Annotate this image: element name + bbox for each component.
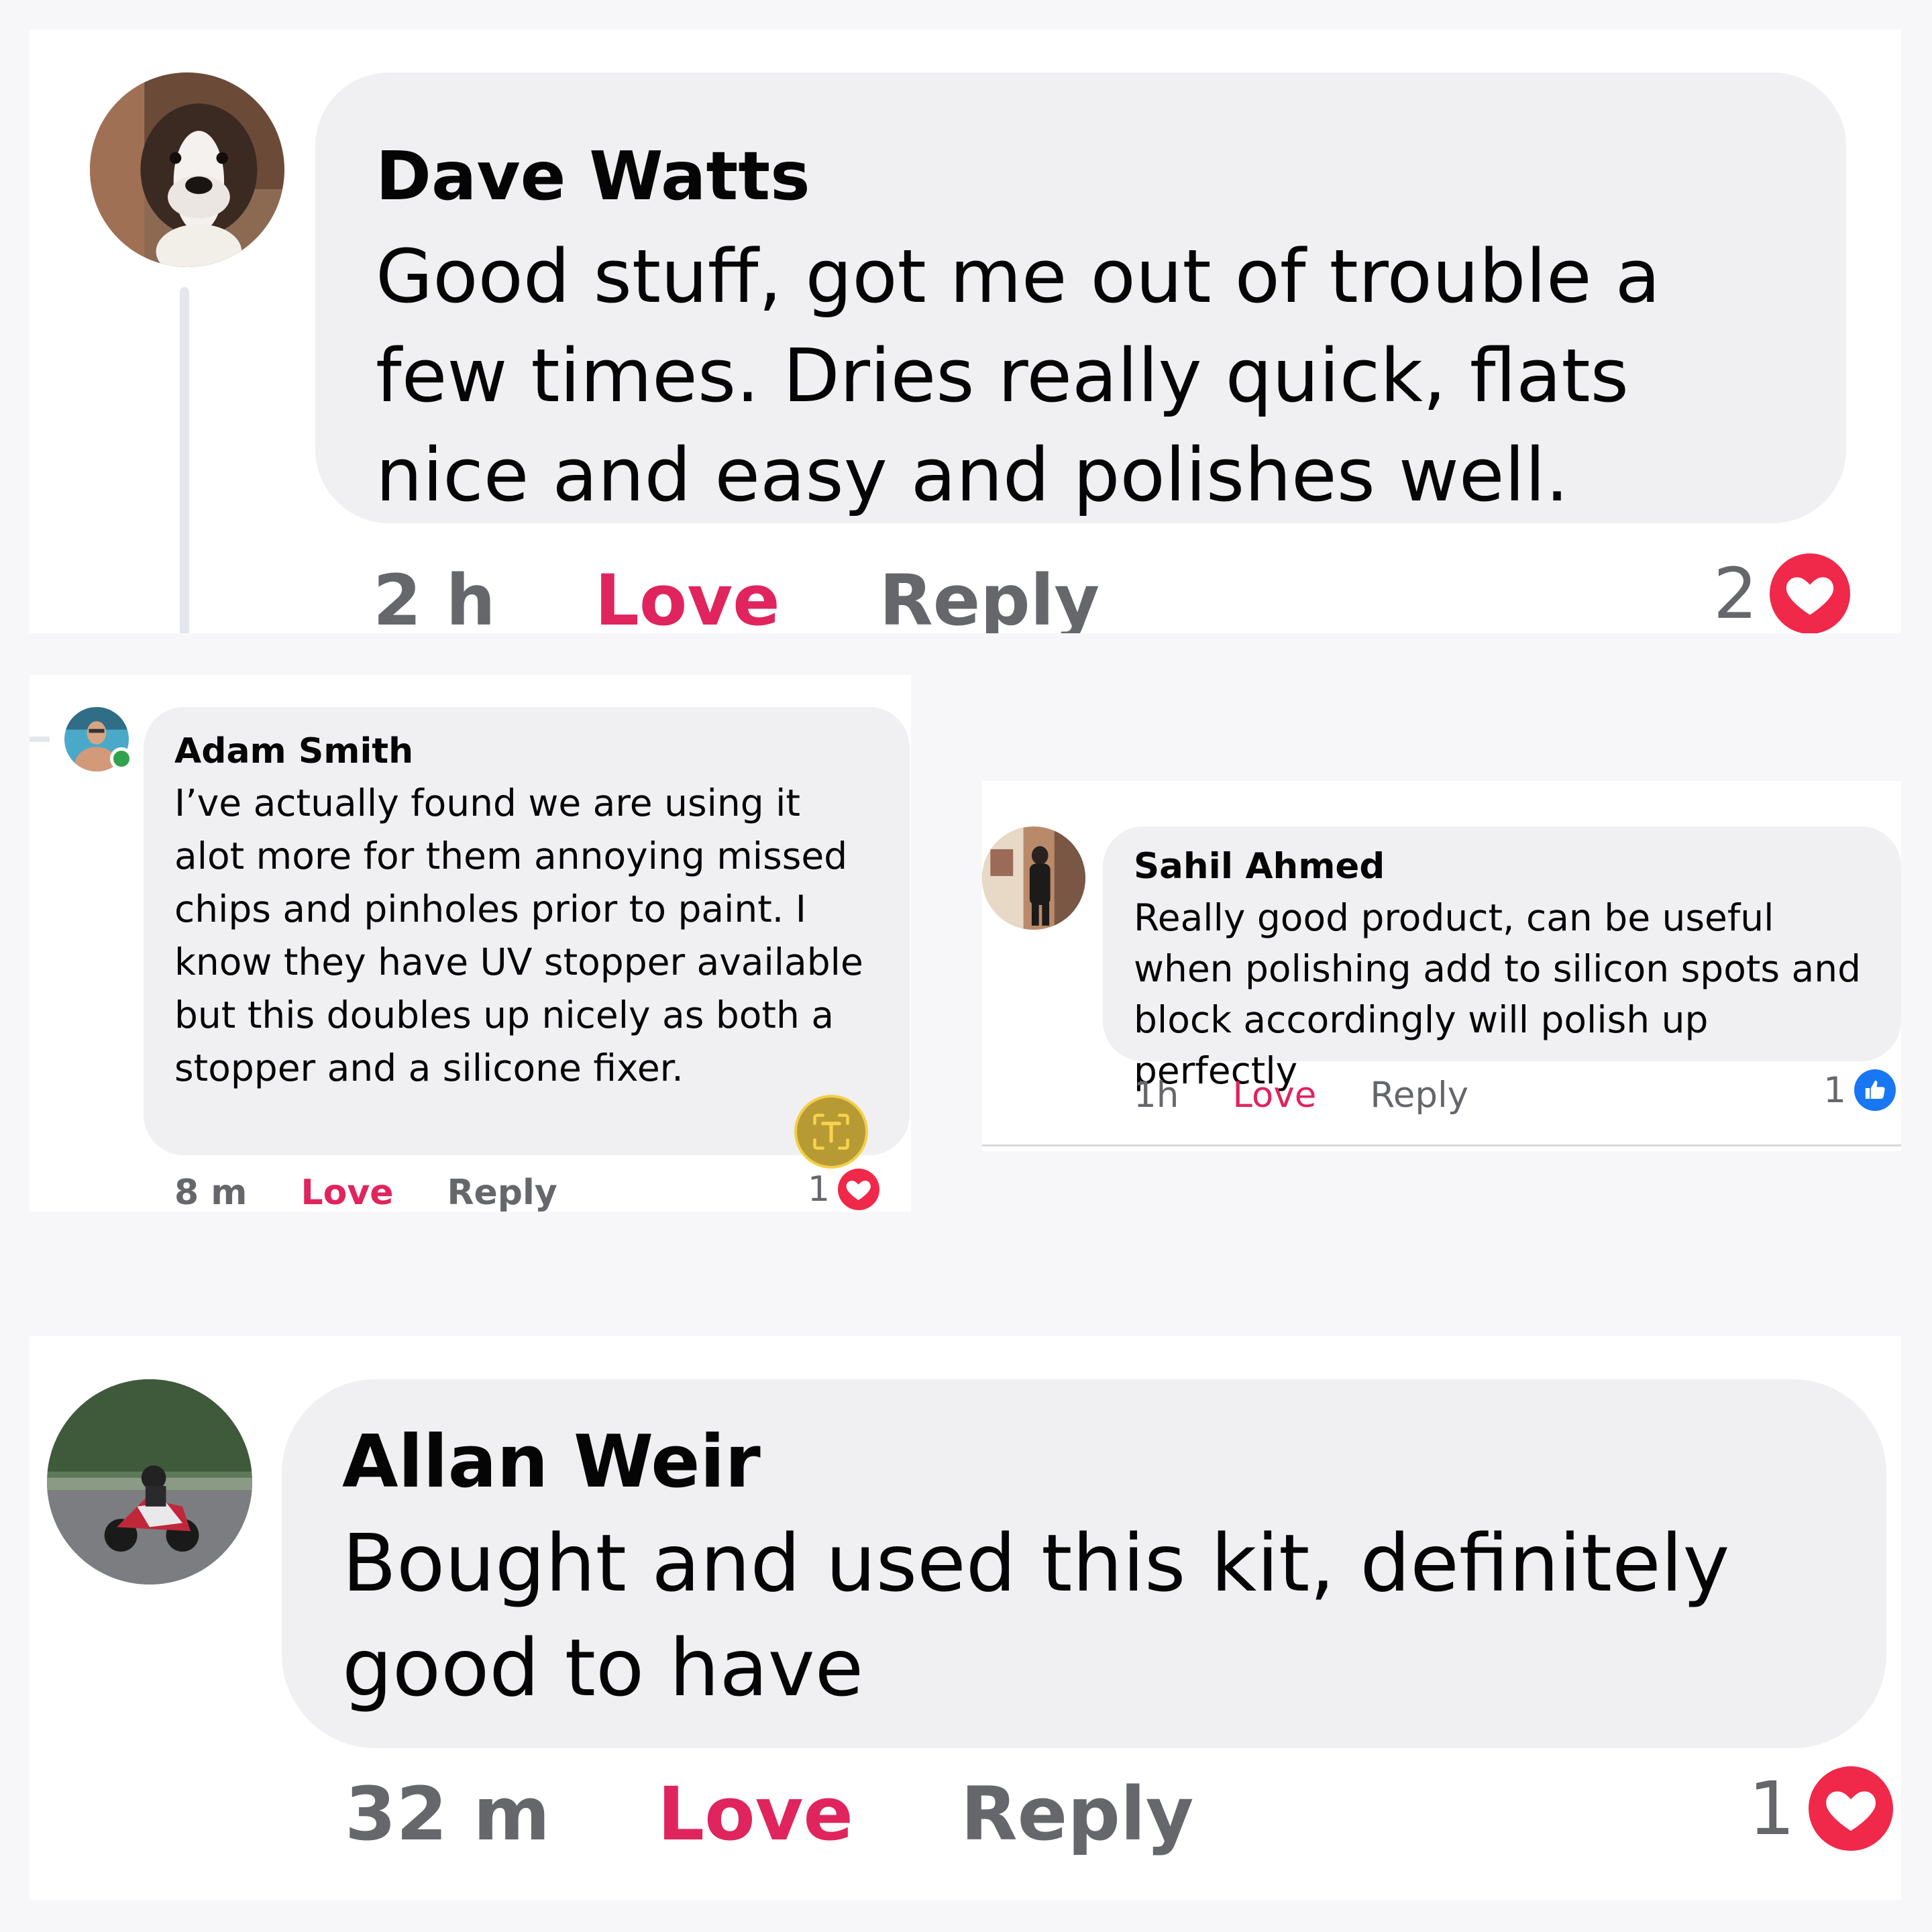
avatar-dave-watts[interactable] — [90, 72, 284, 267]
comment-bubble: Dave Watts Good stuff, got me out of tro… — [315, 72, 1846, 523]
heart-icon — [838, 1169, 880, 1210]
comment-actions: 8 m Love Reply — [174, 1173, 557, 1212]
comment-allan-weir: Allan Weir Bought and used this kit, def… — [30, 1336, 1901, 1900]
timestamp[interactable]: 8 m — [174, 1173, 247, 1212]
author-name[interactable]: Adam Smith — [174, 726, 880, 777]
love-button[interactable]: Love — [657, 1771, 853, 1857]
love-button[interactable]: Love — [1232, 1075, 1316, 1116]
motorbike-photo-icon — [47, 1379, 252, 1585]
reaction-count: 1 — [808, 1169, 830, 1210]
author-name[interactable]: Dave Watts — [376, 133, 1786, 220]
comment-text: Good stuff, got me out of trouble a few … — [376, 233, 1661, 518]
comment-actions: 1h Love Reply — [1134, 1075, 1468, 1116]
comment-dave-watts: Dave Watts Good stuff, got me out of tro… — [30, 30, 1901, 633]
reply-button[interactable]: Reply — [879, 559, 1100, 633]
comment-bubble: Sahil Ahmed Really good product, can be … — [1103, 826, 1901, 1092]
reaction-summary[interactable]: 2 — [1713, 553, 1850, 633]
divider — [982, 1144, 1901, 1146]
reaction-summary[interactable]: 1 — [1823, 1069, 1896, 1111]
thread-connector — [30, 737, 50, 742]
heart-icon — [1809, 1766, 1893, 1851]
comment-text: Bought and used this kit, definitely goo… — [342, 1517, 1730, 1714]
like-icon — [1854, 1069, 1896, 1111]
comment-text: Really good product, can be useful when … — [1134, 896, 1862, 1092]
comment-actions: 32 m Love Reply — [345, 1771, 1193, 1857]
reaction-summary[interactable]: 1 — [808, 1169, 880, 1210]
person-photo-icon — [982, 826, 1085, 930]
timestamp[interactable]: 2 h — [373, 559, 496, 633]
author-name[interactable]: Allan Weir — [342, 1415, 1826, 1509]
timestamp[interactable]: 32 m — [345, 1771, 550, 1857]
comment-bubble: Allan Weir Bought and used this kit, def… — [282, 1379, 1886, 1748]
comment-bubble: Adam Smith I’ve actually found we are us… — [144, 707, 910, 1155]
avatar-sahil-ahmed[interactable] — [982, 826, 1085, 930]
heart-icon — [1770, 553, 1850, 633]
author-name[interactable]: Sahil Ahmed — [1134, 841, 1874, 892]
timestamp[interactable]: 1h — [1134, 1075, 1179, 1116]
comment-text: I’ve actually found we are using it alot… — [174, 782, 863, 1089]
comment-adam-smith: Adam Smith I’ve actually found we are us… — [30, 675, 911, 1212]
reply-button[interactable]: Reply — [961, 1771, 1193, 1857]
online-status-dot — [110, 747, 133, 770]
comment-actions: 2 h Love Reply — [373, 559, 1099, 633]
text-recognition-icon[interactable] — [794, 1095, 868, 1169]
reply-button[interactable]: Reply — [1370, 1075, 1468, 1116]
comment-sahil-ahmed: Sahil Ahmed Really good product, can be … — [982, 781, 1901, 1151]
reaction-count: 1 — [1748, 1766, 1795, 1851]
thread-line — [180, 287, 189, 633]
avatar-allan-weir[interactable] — [47, 1379, 252, 1585]
love-button[interactable]: Love — [595, 559, 780, 633]
reaction-count: 1 — [1823, 1069, 1846, 1111]
dog-photo-icon — [90, 72, 284, 267]
reaction-count: 2 — [1713, 553, 1758, 633]
reaction-summary[interactable]: 1 — [1748, 1766, 1893, 1851]
reply-button[interactable]: Reply — [447, 1173, 557, 1212]
love-button[interactable]: Love — [301, 1173, 393, 1212]
